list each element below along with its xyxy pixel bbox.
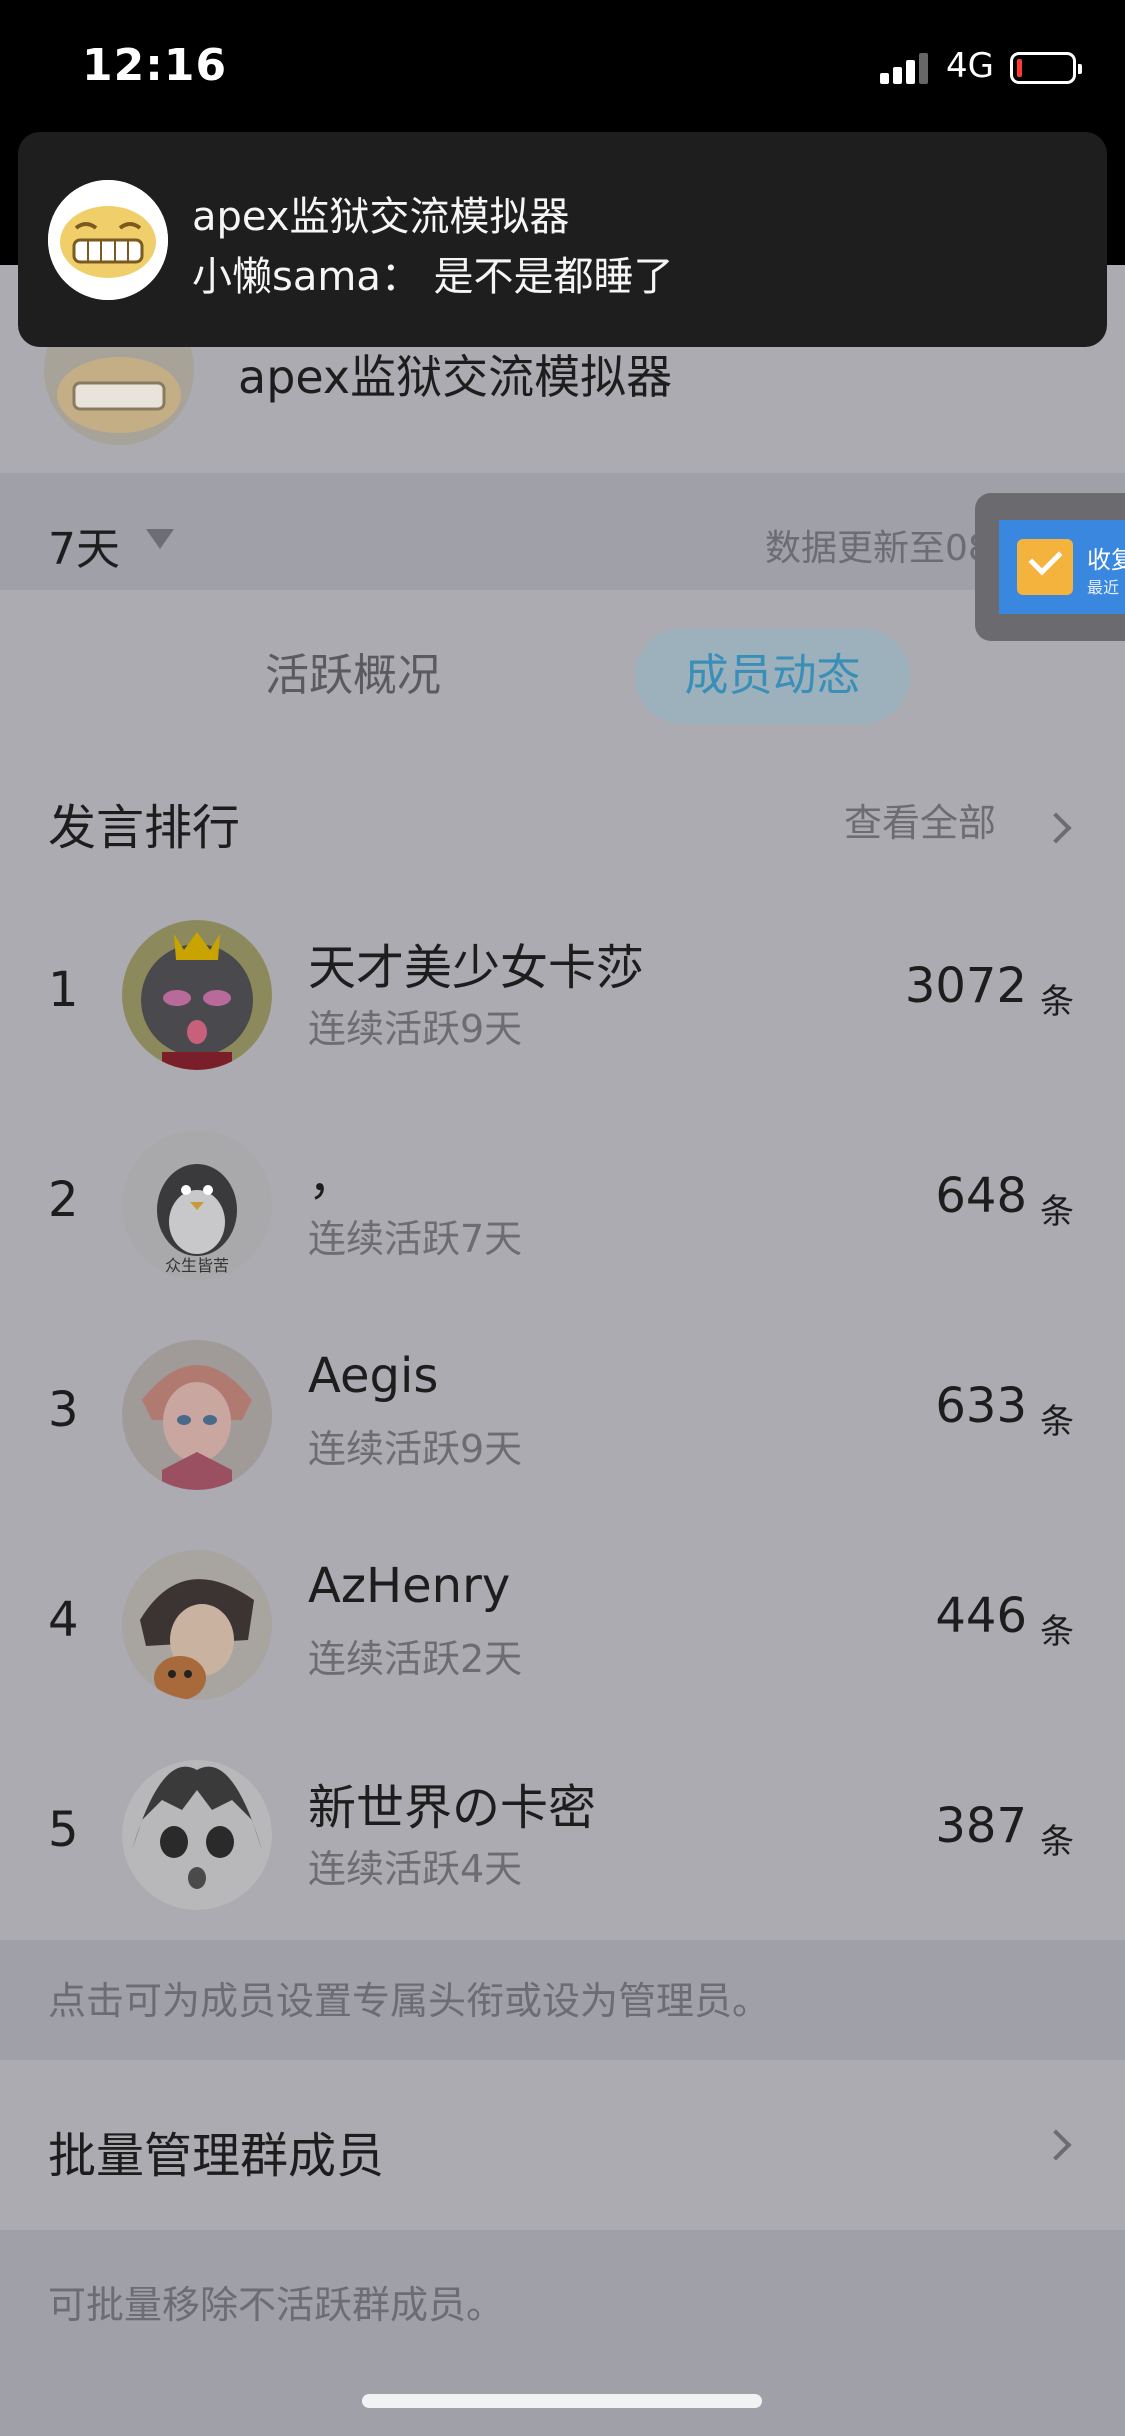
- checkmark-icon: [1017, 539, 1073, 595]
- member-avatar: [122, 1550, 272, 1700]
- filter-bar: 7天 数据更新至08: [0, 473, 1125, 590]
- status-time: 12:16: [82, 40, 228, 91]
- message-unit: 条: [1040, 982, 1074, 1022]
- active-streak: 连续活跃7天: [308, 1217, 523, 1261]
- tab-member-dynamics[interactable]: 成员动态: [635, 628, 910, 724]
- rank-number: 3: [48, 1382, 79, 1438]
- member-row[interactable]: 4 AzHenry 连续活跃2天 446 条: [0, 1520, 1125, 1730]
- member-row[interactable]: 5 新世界の卡密 连续活跃4天 387 条: [0, 1730, 1125, 1940]
- favorite-card: 收复 最近: [999, 520, 1125, 614]
- avatar-caption: 众生皆苦: [164, 1256, 229, 1275]
- message-unit: 条: [1040, 1822, 1074, 1862]
- member-avatar: [122, 1760, 272, 1910]
- tab-activity-overview[interactable]: 活跃概况: [238, 628, 468, 724]
- member-name: ，: [308, 1150, 357, 1206]
- member-row[interactable]: 1 天才美少女卡莎 连续活跃9天 3072 条: [0, 890, 1125, 1100]
- member-name: AzHenry: [308, 1558, 511, 1614]
- group-stats-page: apex监狱交流模拟器 7天 数据更新至08 活跃概况 成员动态 发言排行 查看…: [0, 265, 1125, 2436]
- member-name: 天才美少女卡莎: [308, 940, 645, 996]
- signal-icon: [880, 52, 932, 84]
- message-count: 3072: [904, 958, 1027, 1014]
- active-streak: 连续活跃9天: [308, 1427, 523, 1471]
- chevron-right-icon: [1040, 2129, 1072, 2161]
- message-count: 648: [935, 1168, 1027, 1224]
- rank-number: 4: [48, 1592, 79, 1648]
- chevron-right-icon: [1040, 812, 1072, 844]
- message-unit: 条: [1040, 1612, 1074, 1652]
- member-row[interactable]: 2 众生皆苦 ， 连续活跃7天 648 条: [0, 1100, 1125, 1310]
- rank-number: 2: [48, 1172, 79, 1228]
- notification-avatar: [48, 180, 168, 300]
- active-streak: 连续活跃2天: [308, 1637, 523, 1681]
- member-avatar: [122, 1340, 272, 1490]
- active-streak: 连续活跃9天: [308, 1007, 523, 1051]
- battery-icon: [1010, 52, 1082, 84]
- speaking-ranking: 发言排行 查看全部 1 天才美少女卡莎 连续活跃9天 3072 条 2 众生皆苦…: [0, 750, 1125, 1940]
- rank-number: 5: [48, 1802, 79, 1858]
- period-value: 7天: [48, 524, 120, 575]
- rank-number: 1: [48, 962, 79, 1018]
- view-all-label: 查看全部: [844, 801, 997, 845]
- message-unit: 条: [1040, 1402, 1074, 1442]
- message-count: 446: [935, 1588, 1027, 1644]
- favorite-subtitle: 最近: [1087, 578, 1120, 597]
- batch-hint-text: 可批量移除不活跃群成员。: [48, 2283, 505, 2327]
- tab-bar: 活跃概况 成员动态: [0, 590, 1125, 750]
- notification-banner[interactable]: apex监狱交流模拟器 小懒sama： 是不是都睡了: [18, 132, 1107, 347]
- set-title-hint: 点击可为成员设置专属头衔或设为管理员。: [0, 1940, 1125, 2060]
- member-avatar: [122, 920, 272, 1070]
- dropdown-arrow-icon: [146, 529, 174, 549]
- network-type: 4G: [946, 46, 994, 86]
- notification-title: apex监狱交流模拟器: [192, 194, 570, 240]
- member-name: 新世界の卡密: [308, 1780, 597, 1836]
- ranking-title: 发言排行: [48, 800, 241, 856]
- data-update-text: 数据更新至08: [765, 528, 991, 569]
- active-streak: 连续活跃4天: [308, 1847, 523, 1891]
- batch-manage-row[interactable]: 批量管理群成员: [0, 2060, 1125, 2230]
- member-name: Aegis: [308, 1348, 439, 1404]
- home-indicator[interactable]: [362, 2394, 762, 2408]
- set-title-hint-text: 点击可为成员设置专属头衔或设为管理员。: [48, 1979, 771, 2023]
- batch-manage-label: 批量管理群成员: [48, 2128, 385, 2184]
- group-name: apex监狱交流模拟器: [238, 350, 673, 404]
- floating-favorite-widget[interactable]: 收复 最近: [975, 493, 1125, 641]
- member-row[interactable]: 3 Aegis 连续活跃9天 633 条: [0, 1310, 1125, 1520]
- favorite-title: 收复: [1087, 546, 1125, 574]
- member-avatar: 众生皆苦: [122, 1130, 272, 1280]
- message-count: 633: [935, 1378, 1027, 1434]
- notification-message: 小懒sama： 是不是都睡了: [192, 254, 674, 300]
- screen: apex监狱交流模拟器 7天 数据更新至08 活跃概况 成员动态 发言排行 查看…: [0, 0, 1125, 2436]
- message-count: 387: [935, 1798, 1027, 1854]
- message-unit: 条: [1040, 1192, 1074, 1232]
